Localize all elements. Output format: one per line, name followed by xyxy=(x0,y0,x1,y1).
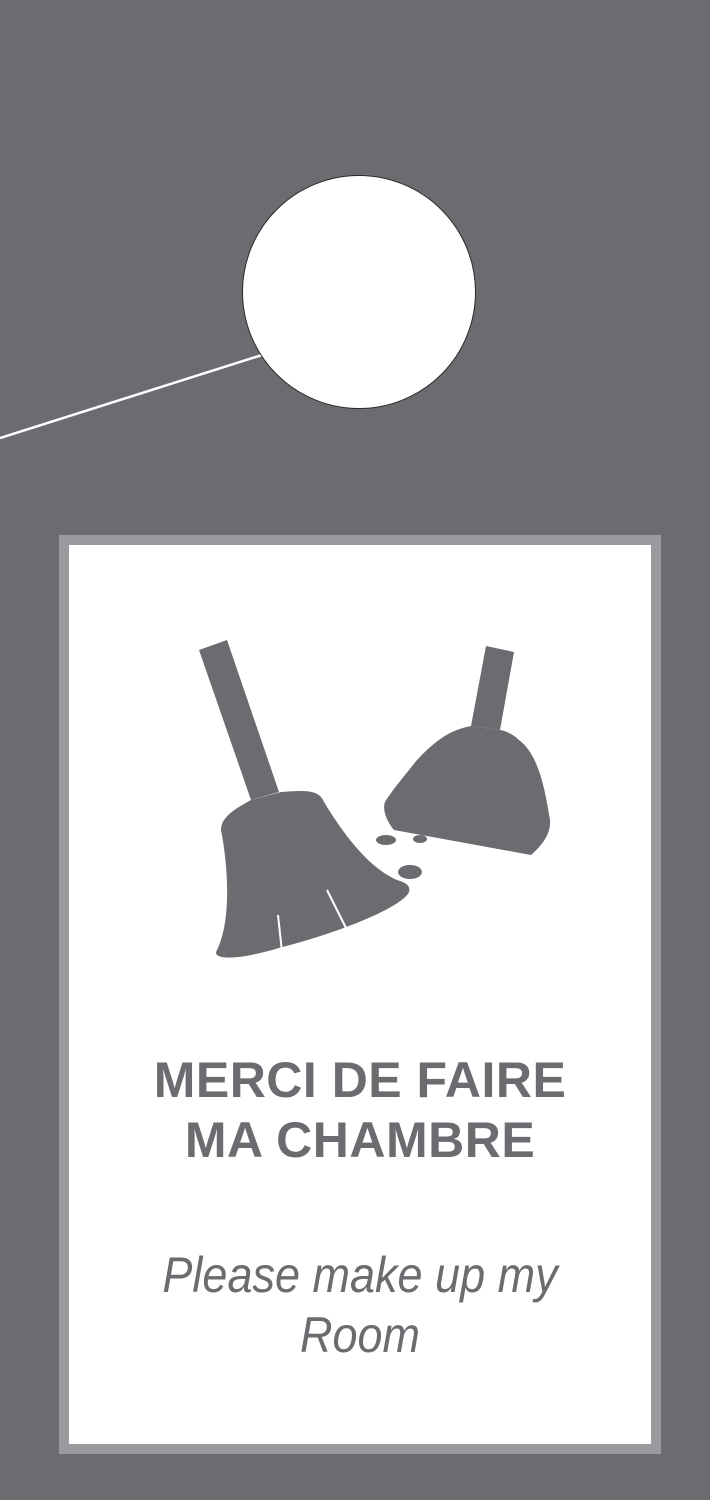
english-subtitle: Please make up my Room xyxy=(162,1247,558,1363)
message-panel-frame: MERCI DE FAIRE MA CHAMBRE Please make up… xyxy=(59,535,661,1454)
hanger-hole xyxy=(242,175,476,409)
broom-and-dustpan-icon xyxy=(199,640,551,958)
title-line-1: MERCI DE FAIRE xyxy=(153,1052,567,1108)
door-hanger: MERCI DE FAIRE MA CHAMBRE Please make up… xyxy=(0,0,710,1500)
french-title: MERCI DE FAIRE MA CHAMBRE xyxy=(69,1050,651,1170)
title-line-2: MA CHAMBRE xyxy=(184,1112,536,1168)
message-panel: MERCI DE FAIRE MA CHAMBRE Please make up… xyxy=(69,545,651,1444)
